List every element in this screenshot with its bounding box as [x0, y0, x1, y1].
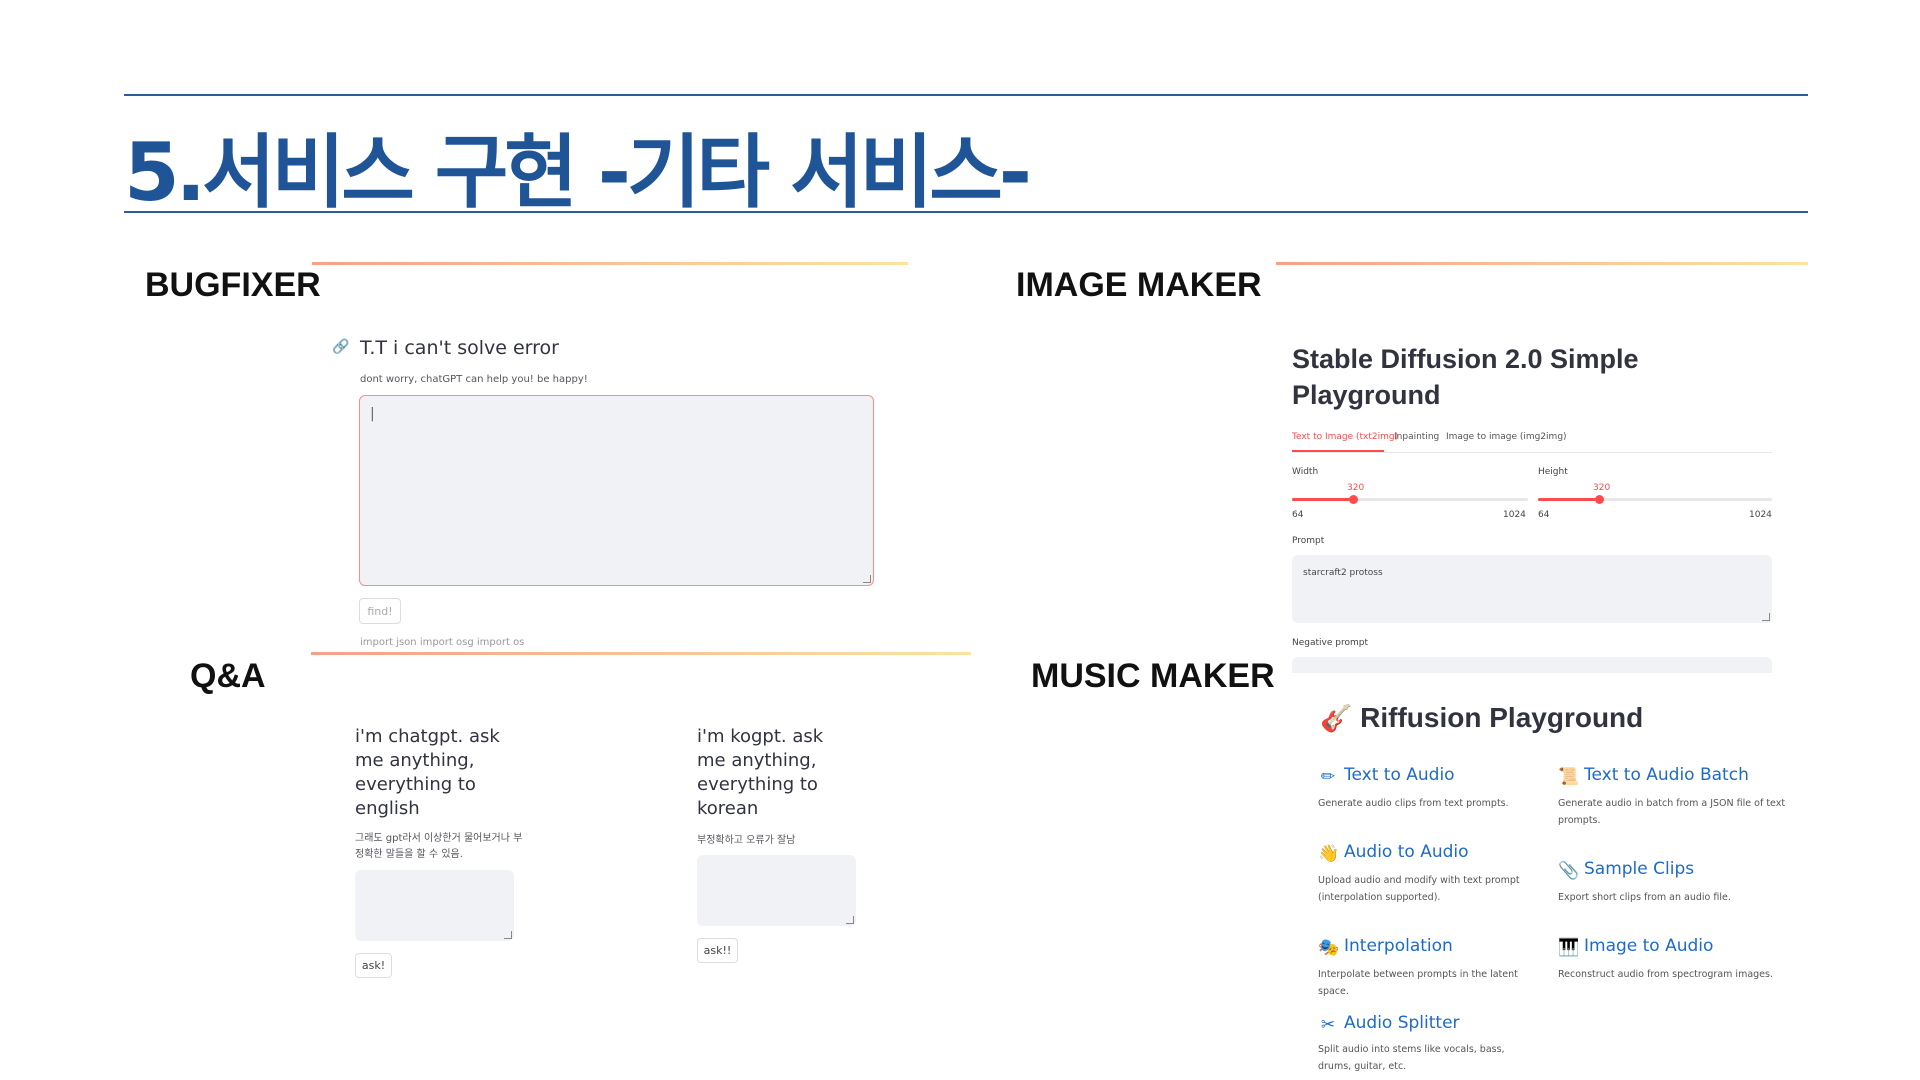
chatgpt-textarea[interactable] [355, 870, 514, 941]
width-value: 320 [1347, 483, 1365, 493]
nav-link-label[interactable]: Audio Splitter [1344, 1013, 1460, 1033]
sd-title: Stable Diffusion 2.0 Simple Playground [1292, 344, 1639, 410]
height-min: 64 [1538, 510, 1550, 520]
height-max: 1024 [1749, 510, 1772, 520]
nav-item-image-to-audio[interactable]: 🎹 Image to Audio Reconstruct audio from s… [1558, 936, 1788, 983]
nav-item-sample-clips[interactable]: 📎 Sample Clips Export short clips from an… [1558, 859, 1788, 906]
scroll-icon: 📜 [1558, 767, 1580, 787]
hand-icon: 👋 [1318, 844, 1340, 864]
height-label: Height [1538, 467, 1568, 477]
resize-handle-icon[interactable] [863, 575, 871, 583]
nav-item-desc: Split audio into stems like vocals, bass… [1318, 1044, 1505, 1072]
nav-item-desc: Generate audio clips from text prompts. [1318, 798, 1509, 809]
nav-item-audio-splitter[interactable]: ✂ Audio Splitter Split audio into stems l… [1318, 1013, 1538, 1075]
link-icon[interactable]: 🔗 [332, 339, 349, 355]
height-slider-fill [1538, 498, 1599, 501]
qa-divider [311, 652, 971, 655]
section-label-music-maker: MUSIC MAKER [1031, 657, 1275, 695]
bugfixer-subtext: dont worry, chatGPT can help you! be hap… [360, 374, 588, 385]
section-label-bugfixer: BUGFIXER [145, 266, 321, 304]
bugfixer-divider [312, 262, 908, 265]
image-maker-divider [1276, 262, 1808, 265]
height-slider-thumb[interactable] [1595, 495, 1604, 504]
riffusion-title: 🎸 Riffusion Playground [1320, 702, 1643, 734]
riffusion-title-text: Riffusion Playground [1360, 702, 1644, 733]
nav-link-label[interactable]: Audio to Audio [1344, 842, 1469, 862]
nav-link-label[interactable]: Image to Audio [1584, 936, 1713, 956]
scissors-icon: ✂ [1320, 1015, 1336, 1035]
width-slider-thumb[interactable] [1349, 495, 1358, 504]
nav-link-label[interactable]: Text to Audio [1344, 765, 1455, 785]
nav-item-desc: Generate audio in batch from a JSON file… [1558, 798, 1786, 826]
width-slider-fill [1292, 498, 1353, 501]
nav-item-text-to-audio[interactable]: ✏ Text to Audio Generate audio clips from… [1318, 765, 1538, 812]
height-value: 320 [1593, 483, 1611, 493]
text-cursor: | [370, 406, 375, 422]
masks-icon: 🎭 [1318, 938, 1340, 958]
negative-prompt-textarea[interactable] [1292, 657, 1772, 673]
resize-handle-icon[interactable] [1762, 613, 1770, 621]
tab-inpainting[interactable]: Inpainting [1394, 432, 1439, 442]
resize-handle-icon[interactable] [846, 916, 854, 924]
chatgpt-ask-button[interactable]: ask! [355, 953, 392, 978]
find-button[interactable]: find! [359, 598, 401, 624]
kogpt-note: 부정확하고 오류가 잘남 [697, 835, 796, 846]
nav-item-audio-to-audio[interactable]: 👋 Audio to Audio Upload audio and modify … [1318, 842, 1538, 906]
kogpt-textarea[interactable] [697, 855, 856, 926]
section-label-qa: Q&A [190, 657, 266, 695]
sd-tab-bar: Text to Image (txt2img) Inpainting Image… [1292, 432, 1772, 453]
top-rule [124, 94, 1808, 96]
negative-prompt-label: Negative prompt [1292, 638, 1368, 648]
piano-icon: 🎹 [1558, 938, 1580, 958]
nav-link-label[interactable]: Sample Clips [1584, 859, 1694, 879]
pencil-icon: ✏ [1320, 767, 1336, 787]
tab-txt2img[interactable]: Text to Image (txt2img) [1292, 432, 1398, 442]
title-bottom-rule [124, 211, 1808, 213]
active-tab-indicator [1292, 450, 1384, 452]
nav-item-text-to-audio-batch[interactable]: 📜 Text to Audio Batch Generate audio in b… [1558, 765, 1788, 829]
prompt-textarea[interactable]: starcraft2 protoss [1292, 555, 1772, 623]
width-label: Width [1292, 467, 1319, 477]
guitar-icon: 🎸 [1320, 703, 1353, 733]
prompt-label: Prompt [1292, 536, 1325, 546]
chatgpt-heading: i'm chatgpt. ask me anything, everything… [355, 726, 500, 819]
tab-img2img[interactable]: Image to image (img2img) [1446, 432, 1567, 442]
page-title: 5.서비스 구현 -기타 서비스- [124, 126, 1032, 219]
section-label-image-maker: IMAGE MAKER [1016, 266, 1262, 304]
resize-handle-icon[interactable] [504, 931, 512, 939]
error-textarea[interactable]: | [359, 395, 874, 586]
bugfixer-caption: import json import osg import os [360, 637, 525, 648]
chatgpt-note: 그래도 gpt라서 이상한거 물어보거나 부정확한 말들을 할 수 있음. [355, 833, 523, 860]
prompt-value: starcraft2 protoss [1303, 568, 1383, 578]
kogpt-ask-button[interactable]: ask!! [697, 938, 738, 963]
bugfixer-heading: T.T i can't solve error [360, 337, 559, 359]
kogpt-heading: i'm kogpt. ask me anything, everything t… [697, 726, 824, 819]
nav-item-desc: Reconstruct audio from spectrogram image… [1558, 969, 1773, 980]
nav-item-desc: Upload audio and modify with text prompt… [1318, 875, 1520, 903]
nav-item-desc: Export short clips from an audio file. [1558, 892, 1731, 903]
clip-icon: 📎 [1558, 861, 1580, 881]
width-min: 64 [1292, 510, 1304, 520]
nav-link-label[interactable]: Text to Audio Batch [1584, 765, 1749, 785]
nav-item-interpolation[interactable]: 🎭 Interpolation Interpolate between promp… [1318, 936, 1543, 1000]
width-max: 1024 [1503, 510, 1526, 520]
nav-item-desc: Interpolate between prompts in the laten… [1318, 969, 1518, 997]
nav-link-label[interactable]: Interpolation [1344, 936, 1453, 956]
